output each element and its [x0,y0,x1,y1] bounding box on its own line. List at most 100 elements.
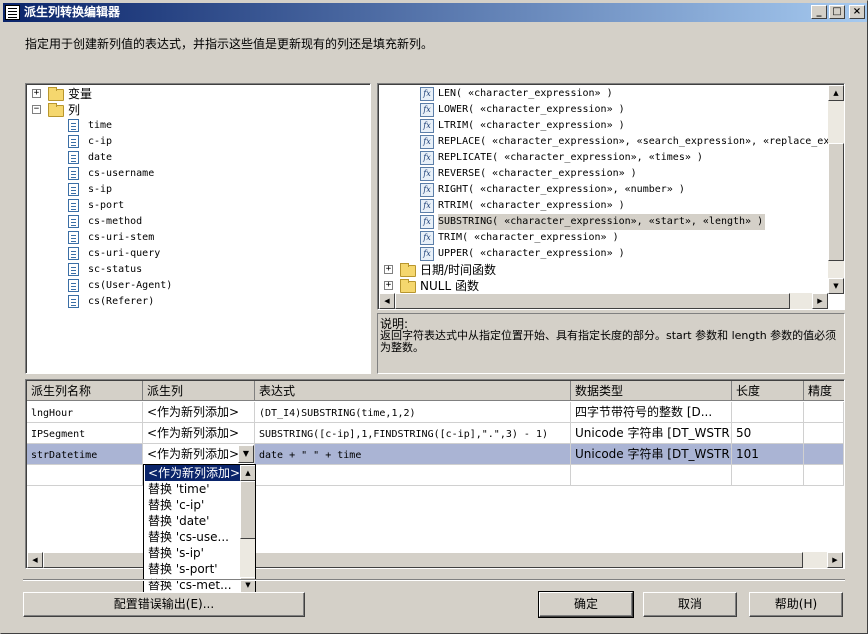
dropdown-option[interactable]: <作为新列添加> [145,465,241,481]
table-cell-empty[interactable] [571,465,732,486]
column-item[interactable]: s-ip [68,182,268,198]
table-cell-type[interactable]: 四字节带符号的整数 [D... [571,402,732,423]
tree-label-columns: 列 [68,103,81,117]
function-item[interactable]: LEN( «character_expression» ) [438,86,615,102]
minimize-button[interactable]: _ [811,5,827,19]
cancel-button[interactable]: 取消 [643,592,737,617]
dropdown-option[interactable]: 替换 'c-ip' [145,497,241,513]
configure-error-output-button[interactable]: 配置错误输出(E)... [23,592,305,617]
instructions-text: 指定用于创建新列值的表达式，并指示这些值是更新现有的列还是填充新列。 [25,37,434,51]
column-item[interactable]: cs-uri-stem [68,230,268,246]
scroll-thumb[interactable] [240,481,255,539]
dropdown-option[interactable]: 替换 'cs-use... [145,529,241,545]
derived-column-dropdown-list[interactable]: <作为新列添加> 替换 'time' 替换 'c-ip' 替换 'date' 替换 'c… [143,464,256,594]
table-cell-expression[interactable]: (DT_I4)SUBSTRING(time,1,2) [255,402,571,423]
function-item[interactable]: RIGHT( «character_expression», «number» … [438,182,687,198]
column-item[interactable]: sc-status [68,262,268,278]
column-header-datatype[interactable]: 数据类型 [571,381,732,401]
tree-node-datetime-functions[interactable]: + 日期/时间函数 [384,262,584,278]
scroll-right-icon[interactable]: ▶ [812,293,828,309]
cell-text: strDatetime [31,450,98,461]
function-item[interactable]: SUBSTRING( «character_expression», «star… [438,214,766,230]
title-bar[interactable]: 派生列转换编辑器 _ □ × [3,3,867,22]
table-cell-length[interactable] [732,402,804,423]
dropdown-option[interactable]: 替换 's-ip' [145,545,241,561]
dropdown-option[interactable]: 替换 's-port' [145,561,241,577]
editor-window: 派生列转换编辑器 _ □ × 指定用于创建新列值的表达式，并指示这些值是更新现有… [0,0,868,634]
table-cell-name[interactable]: IPSegment [27,423,143,444]
function-item[interactable]: REPLACE( «character_expression», «search… [438,134,831,150]
function-item[interactable]: TRIM( «character_expression» ) [438,230,621,246]
table-cell-length[interactable]: 50 [732,423,804,444]
column-item[interactable]: cs-uri-query [68,246,268,262]
scroll-thumb[interactable] [395,293,790,309]
column-item[interactable]: time [68,118,268,134]
collapse-icon[interactable]: − [32,105,41,114]
function-item[interactable]: LOWER( «character_expression» ) [438,102,627,118]
tree-node-variables[interactable]: + 变量 [32,86,152,102]
expand-icon[interactable]: + [384,265,393,274]
column-icon [68,167,79,180]
maximize-button[interactable]: □ [829,5,845,19]
column-item[interactable]: c-ip [68,134,268,150]
column-item[interactable]: date [68,150,268,166]
scroll-left-icon[interactable]: ◀ [27,552,43,568]
column-header-length[interactable]: 长度 [732,381,804,401]
dropdown-vscrollbar[interactable]: ▲ ▼ [240,465,255,593]
table-cell-derived[interactable]: <作为新列添加> [143,423,255,444]
function-item[interactable]: UPPER( «character_expression» ) [438,246,627,262]
help-button[interactable]: 帮助(H) [749,592,843,617]
function-item[interactable]: REPLICATE( «character_expression», «time… [438,150,705,166]
close-button[interactable]: × [849,5,865,19]
table-cell-expression[interactable]: date + " " + time [255,444,571,465]
dropdown-option[interactable]: 替换 'date' [145,513,241,529]
table-cell-empty[interactable] [804,465,844,486]
ok-button[interactable]: 确定 [538,591,634,618]
expand-icon[interactable]: + [384,281,393,290]
table-cell-length[interactable]: 101 [732,444,804,465]
function-tree-vscrollbar[interactable]: ▲ ▼ [828,85,844,294]
column-item[interactable]: s-port [68,198,268,214]
table-cell-empty[interactable] [255,465,571,486]
function-tree[interactable]: fx LEN( «character_expression» ) fx LOWER( … [377,83,845,310]
scroll-left-icon[interactable]: ◀ [379,293,395,309]
column-item[interactable]: cs(User-Agent) [68,278,268,294]
expand-icon[interactable]: + [32,89,41,98]
scroll-right-icon[interactable]: ▶ [827,552,843,568]
scroll-up-icon[interactable]: ▲ [240,465,255,481]
table-cell-name[interactable]: lngHour [27,402,143,423]
function-item[interactable]: REVERSE( «character_expression» ) [438,166,639,182]
function-tree-hscrollbar[interactable]: ◀ ▶ [379,293,828,309]
table-cell-empty[interactable] [732,465,804,486]
function-item[interactable]: LTRIM( «character_expression» ) [438,118,627,134]
table-cell-derived[interactable]: <作为新列添加> [143,402,255,423]
dropdown-option[interactable]: 替换 'time' [145,481,241,497]
column-header-name[interactable]: 派生列名称 [27,381,143,401]
column-header-precision[interactable]: 精度 [804,381,844,401]
column-header-expression[interactable]: 表达式 [255,381,571,401]
column-item-label: cs(User-Agent) [88,280,173,291]
table-cell-type[interactable]: Unicode 字符串 [DT_WSTR] [571,423,732,444]
scroll-up-icon[interactable]: ▲ [828,85,844,101]
scroll-down-icon[interactable]: ▼ [828,278,844,294]
column-tree[interactable]: + 变量 − 列 time c-ip date cs-username s-ip s-po… [25,83,371,374]
column-header-derived[interactable]: 派生列 [143,381,255,401]
scroll-thumb[interactable] [828,143,844,261]
function-item[interactable]: RTRIM( «character_expression» ) [438,198,627,214]
tree-node-null-functions[interactable]: + NULL 函数 [384,278,584,294]
function-icon: fx [420,135,434,149]
table-cell-derived[interactable]: <作为新列添加> ▼ [143,444,255,465]
function-icon: fx [420,215,434,229]
tree-node-columns[interactable]: − 列 [32,102,152,118]
table-cell-name[interactable]: strDatetime [27,444,143,465]
table-cell-empty[interactable] [27,465,143,486]
column-item[interactable]: cs-username [68,166,268,182]
table-cell-expression[interactable]: SUBSTRING([c-ip],1,FINDSTRING([c-ip],"."… [255,423,571,444]
table-cell-precision[interactable] [804,402,844,423]
table-cell-precision[interactable] [804,423,844,444]
column-item[interactable]: cs(Referer) [68,294,268,310]
table-cell-precision[interactable] [804,444,844,465]
column-item[interactable]: cs-method [68,214,268,230]
table-cell-type[interactable]: Unicode 字符串 [DT_WSTR] [571,444,732,465]
dropdown-arrow-icon[interactable]: ▼ [238,445,254,463]
